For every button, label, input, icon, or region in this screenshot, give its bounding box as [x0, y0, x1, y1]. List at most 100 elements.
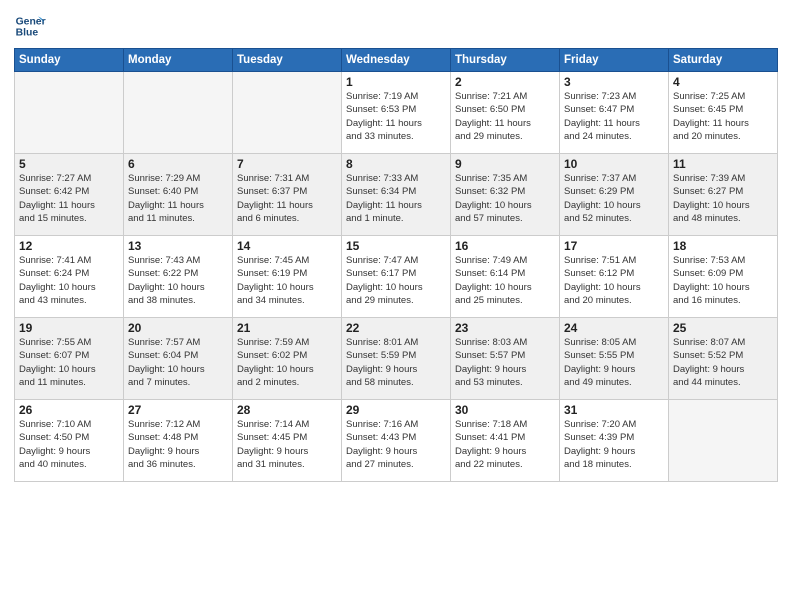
day-info: Sunrise: 7:33 AM Sunset: 6:34 PM Dayligh… [346, 172, 446, 225]
calendar-cell: 26Sunrise: 7:10 AM Sunset: 4:50 PM Dayli… [15, 400, 124, 482]
page: General Blue SundayMondayTuesdayWednesda… [0, 0, 792, 612]
day-info: Sunrise: 7:19 AM Sunset: 6:53 PM Dayligh… [346, 90, 446, 143]
day-info: Sunrise: 7:45 AM Sunset: 6:19 PM Dayligh… [237, 254, 337, 307]
day-info: Sunrise: 7:10 AM Sunset: 4:50 PM Dayligh… [19, 418, 119, 471]
calendar-cell: 10Sunrise: 7:37 AM Sunset: 6:29 PM Dayli… [560, 154, 669, 236]
day-info: Sunrise: 7:16 AM Sunset: 4:43 PM Dayligh… [346, 418, 446, 471]
svg-text:General: General [16, 16, 46, 27]
day-number: 3 [564, 75, 664, 89]
calendar-cell [15, 72, 124, 154]
calendar-cell: 19Sunrise: 7:55 AM Sunset: 6:07 PM Dayli… [15, 318, 124, 400]
day-info: Sunrise: 7:51 AM Sunset: 6:12 PM Dayligh… [564, 254, 664, 307]
header: General Blue [14, 10, 778, 42]
day-number: 1 [346, 75, 446, 89]
day-number: 28 [237, 403, 337, 417]
calendar-cell: 5Sunrise: 7:27 AM Sunset: 6:42 PM Daylig… [15, 154, 124, 236]
day-info: Sunrise: 7:18 AM Sunset: 4:41 PM Dayligh… [455, 418, 555, 471]
day-info: Sunrise: 7:39 AM Sunset: 6:27 PM Dayligh… [673, 172, 773, 225]
day-number: 31 [564, 403, 664, 417]
day-number: 20 [128, 321, 228, 335]
calendar-week-row: 1Sunrise: 7:19 AM Sunset: 6:53 PM Daylig… [15, 72, 778, 154]
day-info: Sunrise: 7:14 AM Sunset: 4:45 PM Dayligh… [237, 418, 337, 471]
calendar-cell: 20Sunrise: 7:57 AM Sunset: 6:04 PM Dayli… [124, 318, 233, 400]
day-number: 29 [346, 403, 446, 417]
day-number: 12 [19, 239, 119, 253]
calendar-week-row: 19Sunrise: 7:55 AM Sunset: 6:07 PM Dayli… [15, 318, 778, 400]
day-number: 4 [673, 75, 773, 89]
col-header-monday: Monday [124, 49, 233, 72]
day-info: Sunrise: 7:47 AM Sunset: 6:17 PM Dayligh… [346, 254, 446, 307]
day-number: 9 [455, 157, 555, 171]
calendar-cell: 18Sunrise: 7:53 AM Sunset: 6:09 PM Dayli… [669, 236, 778, 318]
day-number: 10 [564, 157, 664, 171]
calendar-cell: 29Sunrise: 7:16 AM Sunset: 4:43 PM Dayli… [342, 400, 451, 482]
day-info: Sunrise: 7:59 AM Sunset: 6:02 PM Dayligh… [237, 336, 337, 389]
day-number: 24 [564, 321, 664, 335]
day-number: 23 [455, 321, 555, 335]
day-number: 2 [455, 75, 555, 89]
logo-icon: General Blue [14, 10, 46, 42]
calendar-cell: 8Sunrise: 7:33 AM Sunset: 6:34 PM Daylig… [342, 154, 451, 236]
day-number: 27 [128, 403, 228, 417]
calendar-cell: 27Sunrise: 7:12 AM Sunset: 4:48 PM Dayli… [124, 400, 233, 482]
col-header-sunday: Sunday [15, 49, 124, 72]
day-info: Sunrise: 7:35 AM Sunset: 6:32 PM Dayligh… [455, 172, 555, 225]
day-number: 30 [455, 403, 555, 417]
calendar-cell [669, 400, 778, 482]
day-info: Sunrise: 7:21 AM Sunset: 6:50 PM Dayligh… [455, 90, 555, 143]
day-number: 17 [564, 239, 664, 253]
calendar-cell: 14Sunrise: 7:45 AM Sunset: 6:19 PM Dayli… [233, 236, 342, 318]
calendar-cell: 3Sunrise: 7:23 AM Sunset: 6:47 PM Daylig… [560, 72, 669, 154]
day-number: 8 [346, 157, 446, 171]
calendar-cell: 12Sunrise: 7:41 AM Sunset: 6:24 PM Dayli… [15, 236, 124, 318]
calendar-cell: 9Sunrise: 7:35 AM Sunset: 6:32 PM Daylig… [451, 154, 560, 236]
calendar-cell: 25Sunrise: 8:07 AM Sunset: 5:52 PM Dayli… [669, 318, 778, 400]
calendar-table: SundayMondayTuesdayWednesdayThursdayFrid… [14, 48, 778, 482]
calendar-cell: 28Sunrise: 7:14 AM Sunset: 4:45 PM Dayli… [233, 400, 342, 482]
calendar-week-row: 5Sunrise: 7:27 AM Sunset: 6:42 PM Daylig… [15, 154, 778, 236]
calendar-cell: 24Sunrise: 8:05 AM Sunset: 5:55 PM Dayli… [560, 318, 669, 400]
day-info: Sunrise: 7:27 AM Sunset: 6:42 PM Dayligh… [19, 172, 119, 225]
day-info: Sunrise: 7:55 AM Sunset: 6:07 PM Dayligh… [19, 336, 119, 389]
day-number: 14 [237, 239, 337, 253]
svg-text:Blue: Blue [16, 28, 39, 39]
calendar-cell: 31Sunrise: 7:20 AM Sunset: 4:39 PM Dayli… [560, 400, 669, 482]
day-info: Sunrise: 8:01 AM Sunset: 5:59 PM Dayligh… [346, 336, 446, 389]
calendar-cell: 17Sunrise: 7:51 AM Sunset: 6:12 PM Dayli… [560, 236, 669, 318]
day-info: Sunrise: 7:37 AM Sunset: 6:29 PM Dayligh… [564, 172, 664, 225]
day-info: Sunrise: 7:29 AM Sunset: 6:40 PM Dayligh… [128, 172, 228, 225]
day-number: 21 [237, 321, 337, 335]
day-info: Sunrise: 8:03 AM Sunset: 5:57 PM Dayligh… [455, 336, 555, 389]
day-number: 5 [19, 157, 119, 171]
day-info: Sunrise: 7:25 AM Sunset: 6:45 PM Dayligh… [673, 90, 773, 143]
col-header-thursday: Thursday [451, 49, 560, 72]
day-info: Sunrise: 7:41 AM Sunset: 6:24 PM Dayligh… [19, 254, 119, 307]
calendar-cell: 2Sunrise: 7:21 AM Sunset: 6:50 PM Daylig… [451, 72, 560, 154]
day-number: 25 [673, 321, 773, 335]
day-info: Sunrise: 7:23 AM Sunset: 6:47 PM Dayligh… [564, 90, 664, 143]
day-info: Sunrise: 7:20 AM Sunset: 4:39 PM Dayligh… [564, 418, 664, 471]
calendar-cell: 22Sunrise: 8:01 AM Sunset: 5:59 PM Dayli… [342, 318, 451, 400]
day-number: 16 [455, 239, 555, 253]
day-number: 6 [128, 157, 228, 171]
calendar-header-row: SundayMondayTuesdayWednesdayThursdayFrid… [15, 49, 778, 72]
day-info: Sunrise: 7:12 AM Sunset: 4:48 PM Dayligh… [128, 418, 228, 471]
calendar-cell: 11Sunrise: 7:39 AM Sunset: 6:27 PM Dayli… [669, 154, 778, 236]
calendar-cell: 21Sunrise: 7:59 AM Sunset: 6:02 PM Dayli… [233, 318, 342, 400]
day-info: Sunrise: 8:07 AM Sunset: 5:52 PM Dayligh… [673, 336, 773, 389]
col-header-friday: Friday [560, 49, 669, 72]
calendar-week-row: 12Sunrise: 7:41 AM Sunset: 6:24 PM Dayli… [15, 236, 778, 318]
day-info: Sunrise: 7:49 AM Sunset: 6:14 PM Dayligh… [455, 254, 555, 307]
calendar-cell: 1Sunrise: 7:19 AM Sunset: 6:53 PM Daylig… [342, 72, 451, 154]
calendar-cell: 23Sunrise: 8:03 AM Sunset: 5:57 PM Dayli… [451, 318, 560, 400]
col-header-wednesday: Wednesday [342, 49, 451, 72]
col-header-tuesday: Tuesday [233, 49, 342, 72]
day-number: 26 [19, 403, 119, 417]
calendar-cell: 15Sunrise: 7:47 AM Sunset: 6:17 PM Dayli… [342, 236, 451, 318]
day-number: 15 [346, 239, 446, 253]
day-info: Sunrise: 7:43 AM Sunset: 6:22 PM Dayligh… [128, 254, 228, 307]
calendar-week-row: 26Sunrise: 7:10 AM Sunset: 4:50 PM Dayli… [15, 400, 778, 482]
day-info: Sunrise: 7:31 AM Sunset: 6:37 PM Dayligh… [237, 172, 337, 225]
calendar-cell: 30Sunrise: 7:18 AM Sunset: 4:41 PM Dayli… [451, 400, 560, 482]
day-info: Sunrise: 8:05 AM Sunset: 5:55 PM Dayligh… [564, 336, 664, 389]
